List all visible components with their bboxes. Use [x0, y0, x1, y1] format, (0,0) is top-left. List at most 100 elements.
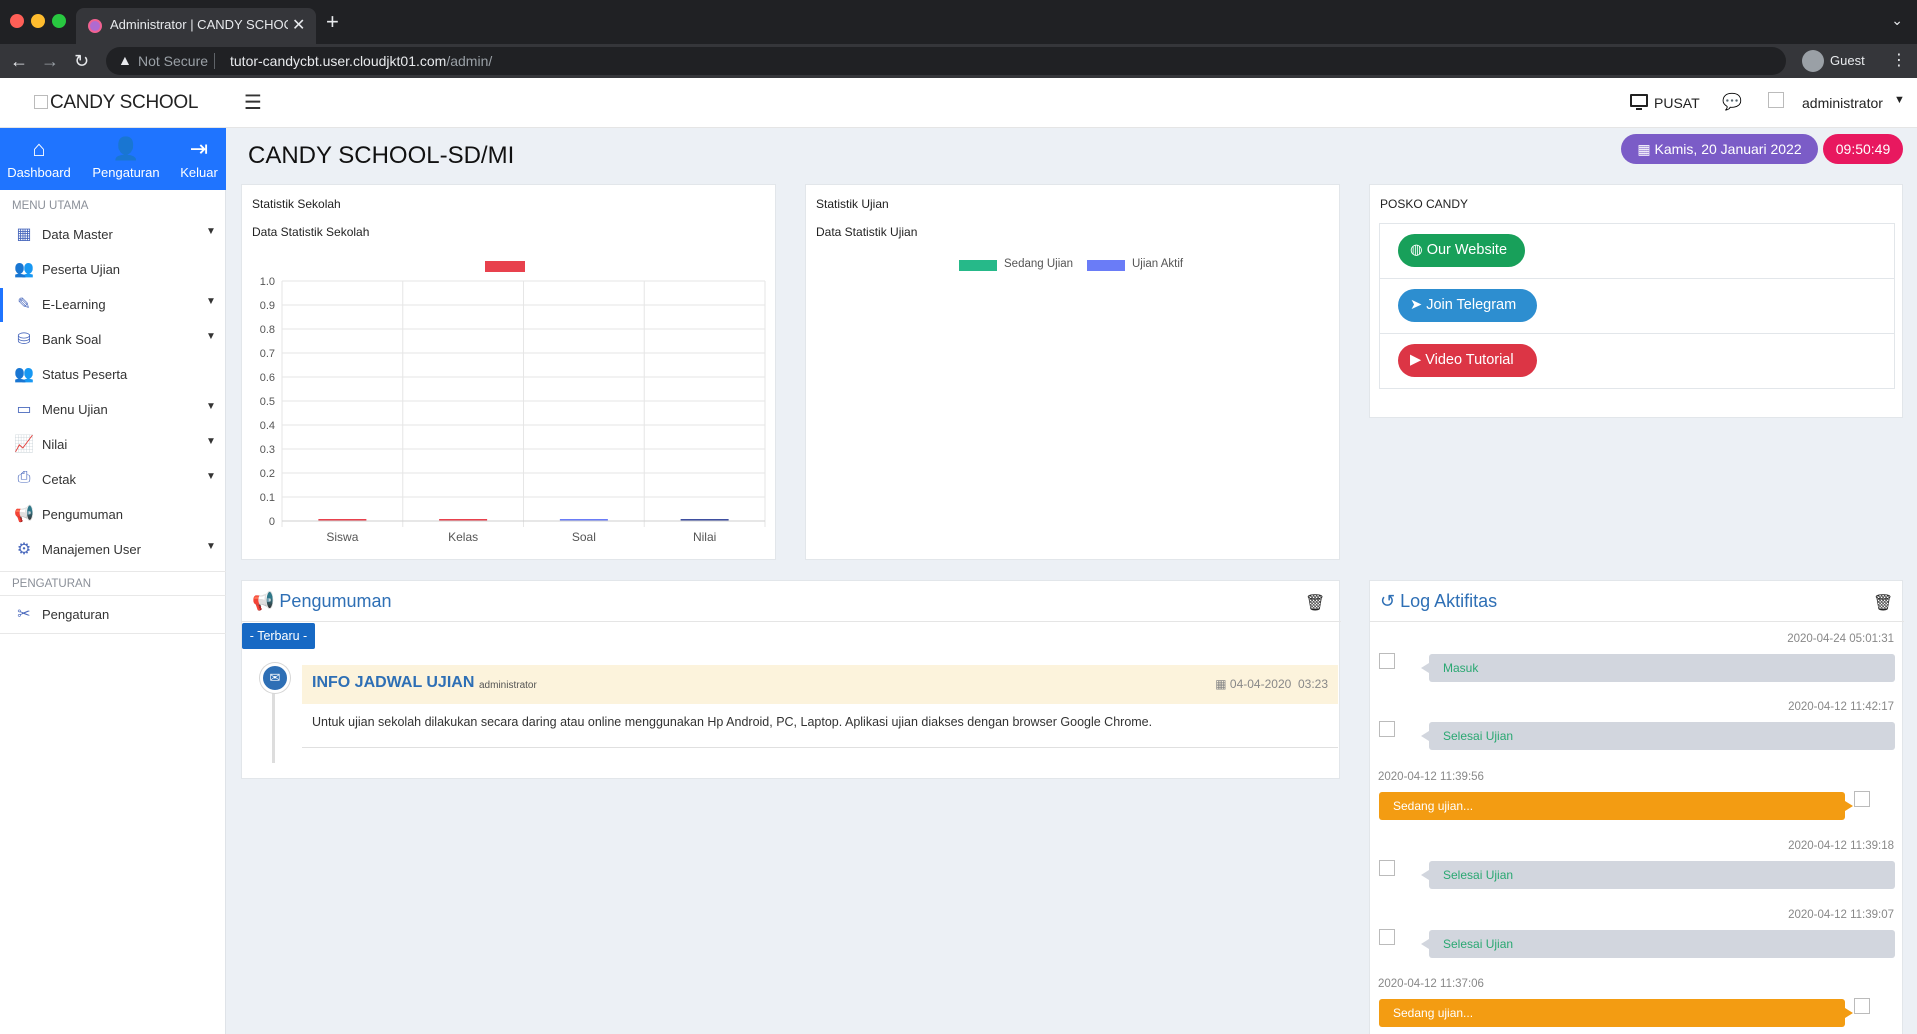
monitor-icon: ▭	[16, 401, 32, 418]
sidebar-item-pengaturan[interactable]: ✂ Pengaturan	[0, 598, 226, 632]
card-divider	[1370, 621, 1904, 622]
y-tick-label: 0.1	[260, 492, 275, 504]
back-arrow-icon[interactable]: ←	[10, 49, 28, 73]
hamburger-menu-icon[interactable]: ☰	[244, 90, 262, 115]
caret-down-icon[interactable]: ▼	[1894, 94, 1905, 106]
logo-text: CANDY SCHOOL	[50, 92, 199, 113]
log-message: Selesai Ujian	[1421, 722, 1895, 750]
button-label: Our Website	[1426, 242, 1508, 258]
sidebar-item-cetak[interactable]: ⎙ Cetak ▼	[0, 463, 226, 497]
home-icon: ⌂	[32, 136, 46, 161]
join-telegram-button[interactable]: ➤ Join Telegram	[1398, 289, 1537, 322]
sidebar-item-label: Pengaturan	[42, 607, 110, 622]
list-item: ◍ Our Website	[1380, 224, 1894, 279]
chevron-down-icon: ▼	[206, 331, 216, 342]
quick-nav-label: Pengaturan	[92, 165, 160, 180]
tab-close-icon[interactable]: ✕	[292, 15, 305, 35]
x-tick-label: Kelas	[448, 530, 478, 544]
browser-toolbar: ← → ↻ ▲ Not Secure tutor-candycbt.user.c…	[0, 44, 1917, 78]
trash-icon[interactable]: 🗑	[1305, 593, 1325, 613]
url-text: tutor-candycbt.user.cloudjkt01.com/admin…	[230, 53, 492, 69]
y-tick-label: 0	[269, 516, 275, 528]
omnibox-separator	[214, 53, 215, 69]
legend-swatch-sedang-ujian	[959, 260, 997, 271]
browser-menu-icon[interactable]: ⋮	[1891, 50, 1907, 70]
database-icon: ⛁	[17, 331, 31, 348]
sidebar-item-bank-soal[interactable]: ⛁ Bank Soal ▼	[0, 323, 226, 357]
announcement-divider	[302, 747, 1338, 748]
our-website-button[interactable]: ◍ Our Website	[1398, 234, 1525, 267]
legend-label-sedang-ujian: Sedang Ujian	[1004, 258, 1074, 270]
window-minimize-button[interactable]	[31, 14, 45, 28]
trash-icon[interactable]: 🗑	[1873, 593, 1893, 613]
sidebar-item-manajemen-user[interactable]: ⚙ Manajemen User ▼	[0, 533, 226, 567]
log-message: Selesai Ujian	[1421, 930, 1895, 958]
card-divider	[242, 621, 1341, 622]
megaphone-icon: 📢	[14, 506, 34, 523]
card-subtitle: Data Statistik Ujian	[816, 225, 918, 239]
megaphone-icon: 📢	[252, 591, 280, 611]
x-tick-label: Soal	[572, 530, 596, 544]
window-maximize-button[interactable]	[52, 14, 66, 28]
sidebar-item-peserta-ujian[interactable]: 👥 Peserta Ujian	[0, 253, 226, 287]
user-menu-label[interactable]: administrator	[1802, 95, 1883, 111]
sidebar-item-menu-ujian[interactable]: ▭ Menu Ujian ▼	[0, 393, 226, 427]
log-avatar	[1854, 998, 1870, 1014]
user-avatar[interactable]	[1768, 92, 1784, 108]
pusat-link[interactable]: PUSAT	[1654, 95, 1700, 111]
sidebar-item-data-master[interactable]: ▦ Data Master ▼	[0, 218, 226, 252]
chat-icon[interactable]: 💬	[1722, 92, 1742, 112]
quick-nav-keluar[interactable]: ⇥ Keluar	[172, 128, 226, 190]
log-message: Masuk	[1421, 654, 1895, 682]
quick-nav-pengaturan[interactable]: 👤 Pengaturan	[84, 128, 168, 190]
quick-nav-dashboard[interactable]: ⌂ Dashboard	[0, 128, 78, 190]
profile-label[interactable]: Guest	[1830, 53, 1865, 68]
card-title: Statistik Ujian	[816, 197, 889, 211]
forward-arrow-icon[interactable]: →	[41, 49, 59, 73]
sidebar-item-label: Bank Soal	[42, 332, 102, 347]
browser-tab-title: Administrator | CANDY SCHOOL	[110, 17, 288, 32]
list-item: ▶ Video Tutorial	[1380, 334, 1894, 389]
sidebar-item-pengumuman[interactable]: 📢 Pengumuman	[0, 498, 226, 532]
quick-nav-label: Keluar	[180, 165, 218, 180]
date-badge: ▦ Kamis, 20 Januari 2022	[1621, 134, 1818, 164]
tab-search-chevron-icon[interactable]: ⌄	[1891, 12, 1903, 29]
chevron-down-icon: ▼	[206, 471, 216, 482]
sidebar-item-label: Menu Ujian	[42, 402, 108, 417]
sidebar-item-e-learning[interactable]: ✎ E-Learning ▼	[0, 288, 226, 322]
announcement-header: INFO JADWAL UJIAN administrator ▦ 04-04-…	[302, 665, 1338, 704]
sidebar-quick-nav: ⌂ Dashboard 👤 Pengaturan ⇥ Keluar	[0, 128, 226, 190]
sidebar-item-label: Nilai	[42, 437, 68, 452]
chevron-down-icon: ▼	[206, 541, 216, 552]
log-time: 2020-04-12 11:39:56	[1378, 771, 1484, 783]
reload-icon[interactable]: ↻	[74, 49, 89, 73]
announcement-timestamp: ▦ 04-04-2020 03:23	[1215, 677, 1328, 691]
logo-image-icon	[34, 95, 48, 109]
browser-tab-strip: Administrator | CANDY SCHOOL ✕ + ⌄	[0, 0, 1917, 44]
video-tutorial-button[interactable]: ▶ Video Tutorial	[1398, 344, 1537, 377]
announcement-title: INFO JADWAL UJIAN	[312, 674, 475, 691]
warning-triangle-icon: ▲	[118, 52, 132, 68]
log-time: 2020-04-12 11:39:18	[1788, 840, 1894, 852]
timeline-line	[272, 681, 275, 763]
sidebar: ⌂ Dashboard 👤 Pengaturan ⇥ Keluar MENU U…	[0, 128, 226, 1034]
browser-tab[interactable]: Administrator | CANDY SCHOOL ✕	[76, 8, 316, 44]
profile-avatar-icon[interactable]	[1802, 50, 1824, 72]
app-logo[interactable]: CANDY SCHOOL	[34, 92, 198, 114]
announcement-author: administrator	[479, 680, 537, 691]
chevron-down-icon: ▼	[206, 296, 216, 307]
new-tab-button[interactable]: +	[326, 8, 339, 36]
sidebar-item-label: Data Master	[42, 227, 113, 242]
log-message: Selesai Ujian	[1421, 861, 1895, 889]
pengaturan-header: PENGATURAN	[12, 578, 92, 590]
statistik-ujian-card: Statistik Ujian Data Statistik Ujian Sed…	[805, 184, 1340, 560]
not-secure-label: Not Secure	[138, 53, 209, 69]
sidebar-item-label: Manajemen User	[42, 542, 141, 557]
sidebar-item-nilai[interactable]: 📈 Nilai ▼	[0, 428, 226, 462]
chart-legend-swatch	[485, 261, 525, 272]
window-close-button[interactable]	[10, 14, 24, 28]
sidebar-item-status-peserta[interactable]: 👥 Status Peserta	[0, 358, 226, 392]
url-host: tutor-candycbt.user.cloudjkt01.com	[230, 53, 447, 69]
address-bar[interactable]: ▲ Not Secure tutor-candycbt.user.cloudjk…	[106, 47, 1786, 75]
time-badge: 09:50:49	[1823, 134, 1903, 164]
